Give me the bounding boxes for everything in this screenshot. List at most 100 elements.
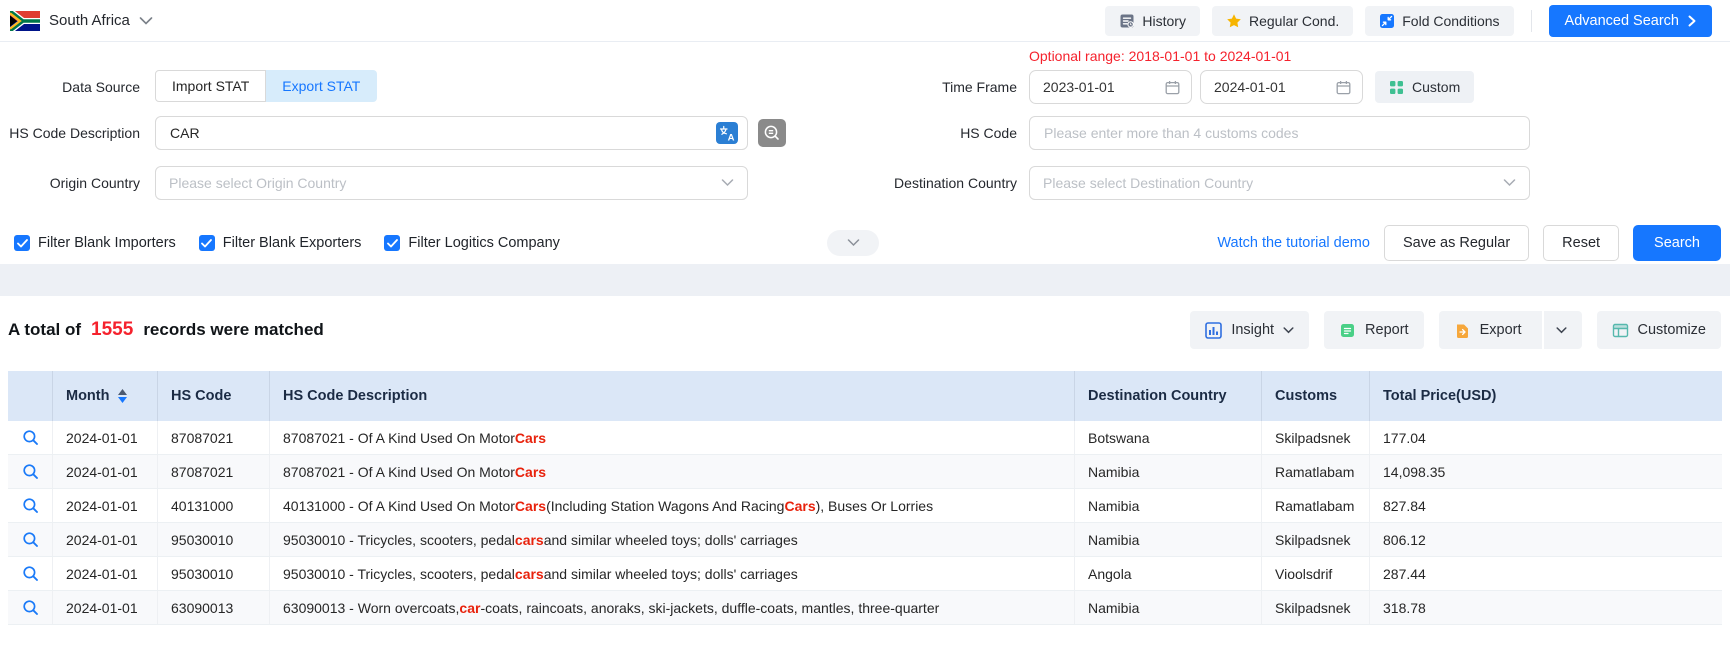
advanced-search-label: Advanced Search [1565,13,1679,29]
country-selector[interactable]: South Africa [10,11,153,31]
end-date-input[interactable]: 2024-01-01 [1200,70,1363,104]
history-button[interactable]: History [1105,6,1200,36]
regular-cond-button[interactable]: Regular Cond. [1212,6,1353,36]
sort-asc-icon [118,389,127,395]
form-row-filters: Filter Blank Importers Filter Blank Expo… [0,225,1730,261]
row-detail-magnifier-icon[interactable] [22,599,39,616]
row-total-price: 318.78 [1370,591,1722,624]
form-row-data-source: Data Source Import STAT Export STAT Time… [0,70,1730,104]
table-row: 2024-01-01 95030010 95030010 - Tricycles… [8,523,1722,557]
hs-code-field [1029,116,1530,150]
row-detail-magnifier-icon[interactable] [22,463,39,480]
hs-code-input[interactable] [1042,124,1520,142]
import-stat-tab[interactable]: Import STAT [155,70,266,102]
header-month-label: Month [66,388,109,404]
report-icon [1339,322,1356,339]
reset-button[interactable]: Reset [1543,225,1619,261]
save-as-regular-button[interactable]: Save as Regular [1384,225,1529,261]
filter-blank-exporters-checkbox[interactable]: Filter Blank Exporters [199,235,362,251]
row-destination-country: Botswana [1075,421,1262,454]
checkbox-label: Filter Logitics Company [408,235,560,251]
row-destination-country: Namibia [1075,455,1262,488]
row-total-price: 806.12 [1370,523,1722,556]
row-description: 87087021 - Of A Kind Used On Motor Cars [270,455,1075,488]
custom-range-button[interactable]: Custom [1375,71,1474,103]
end-date-value: 2024-01-01 [1214,79,1286,95]
header-destination-country: Destination Country [1075,371,1262,421]
row-customs: Skilpadsnek [1262,523,1370,556]
customize-button[interactable]: Customize [1597,311,1722,349]
tutorial-demo-link[interactable]: Watch the tutorial demo [1217,235,1370,251]
filter-checkboxes: Filter Blank Importers Filter Blank Expo… [14,225,560,261]
filter-logitics-company-checkbox[interactable]: Filter Logitics Company [384,235,560,251]
customize-table-icon [1612,322,1629,339]
hs-description-field: A [155,116,748,150]
row-hs-code: 87087021 [158,421,270,454]
form-actions: Watch the tutorial demo Save as Regular … [1217,225,1721,261]
row-detail-magnifier-icon[interactable] [22,429,39,446]
row-customs: Ramatlabam [1262,489,1370,522]
section-divider [0,264,1730,296]
sort-desc-icon [118,397,127,403]
insight-button[interactable]: Insight [1190,311,1309,349]
destination-country-select[interactable]: Please select Destination Country [1029,166,1530,200]
country-name: South Africa [49,12,130,29]
fold-conditions-label: Fold Conditions [1402,13,1499,29]
fold-conditions-icon [1379,13,1395,29]
row-customs: Skilpadsnek [1262,421,1370,454]
header-hs-code: HS Code [158,371,270,421]
row-total-price: 14,098.35 [1370,455,1722,488]
start-date-value: 2023-01-01 [1043,79,1115,95]
row-detail-magnifier-icon[interactable] [22,497,39,514]
row-total-price: 177.04 [1370,421,1722,454]
filter-blank-importers-checkbox[interactable]: Filter Blank Importers [14,235,176,251]
results-actions: Insight Report Export [1190,311,1721,349]
table-row: 2024-01-01 87087021 87087021 - Of A Kind… [8,421,1722,455]
chevron-right-icon [1688,15,1696,27]
topbar: South Africa History Regular Cond. [0,0,1730,42]
hs-description-label: HS Code Description [0,116,140,150]
report-button[interactable]: Report [1324,311,1424,349]
row-detail-magnifier-icon[interactable] [22,531,39,548]
calendar-icon [1165,80,1180,95]
row-total-price: 287.44 [1370,557,1722,590]
advanced-search-button[interactable]: Advanced Search [1549,5,1712,37]
svg-text:A: A [728,133,735,144]
results-table: Month HS Code HS Code Description Destin… [8,371,1722,625]
header-month: Month [53,371,158,421]
row-detail-magnifier-icon[interactable] [22,565,39,582]
export-stat-tab[interactable]: Export STAT [266,70,377,102]
origin-country-select[interactable]: Please select Origin Country [155,166,748,200]
export-button[interactable]: Export [1439,311,1582,349]
south-africa-flag-icon [10,11,40,31]
hs-description-input[interactable] [168,124,708,142]
time-frame-fields: 2023-01-01 2024-01-01 [1029,70,1530,104]
custom-range-label: Custom [1412,79,1460,95]
collapse-form-button[interactable] [827,230,879,256]
row-destination-country: Namibia [1075,489,1262,522]
row-hs-code: 63090013 [158,591,270,624]
topbar-actions: History Regular Cond. Fold Conditions Ad… [1105,5,1712,37]
row-hs-code: 95030010 [158,557,270,590]
start-date-input[interactable]: 2023-01-01 [1029,70,1192,104]
star-icon [1226,13,1242,29]
checkbox-checked-icon [384,235,400,251]
origin-country-placeholder: Please select Origin Country [169,175,346,191]
table-row: 2024-01-01 95030010 95030010 - Tricycles… [8,557,1722,591]
export-dropdown-chevron[interactable] [1542,311,1567,349]
results-count: 1555 [91,319,133,341]
exact-match-toggle[interactable] [758,119,786,147]
row-total-price: 827.84 [1370,489,1722,522]
data-source-label: Data Source [0,70,140,104]
search-button[interactable]: Search [1633,225,1721,261]
month-sort-control[interactable] [118,389,127,403]
optional-range-text: Optional range: 2018-01-01 to 2024-01-01 [1029,48,1291,64]
summary-prefix: A total of [8,320,81,340]
fold-conditions-button[interactable]: Fold Conditions [1365,6,1513,36]
destination-country-label: Destination Country [840,166,1017,200]
row-customs: Ramatlabam [1262,455,1370,488]
chevron-down-icon [1283,327,1294,334]
equals-magnifier-icon [763,124,781,142]
regular-cond-label: Regular Cond. [1249,13,1339,29]
translate-icon[interactable]: A [716,122,738,144]
